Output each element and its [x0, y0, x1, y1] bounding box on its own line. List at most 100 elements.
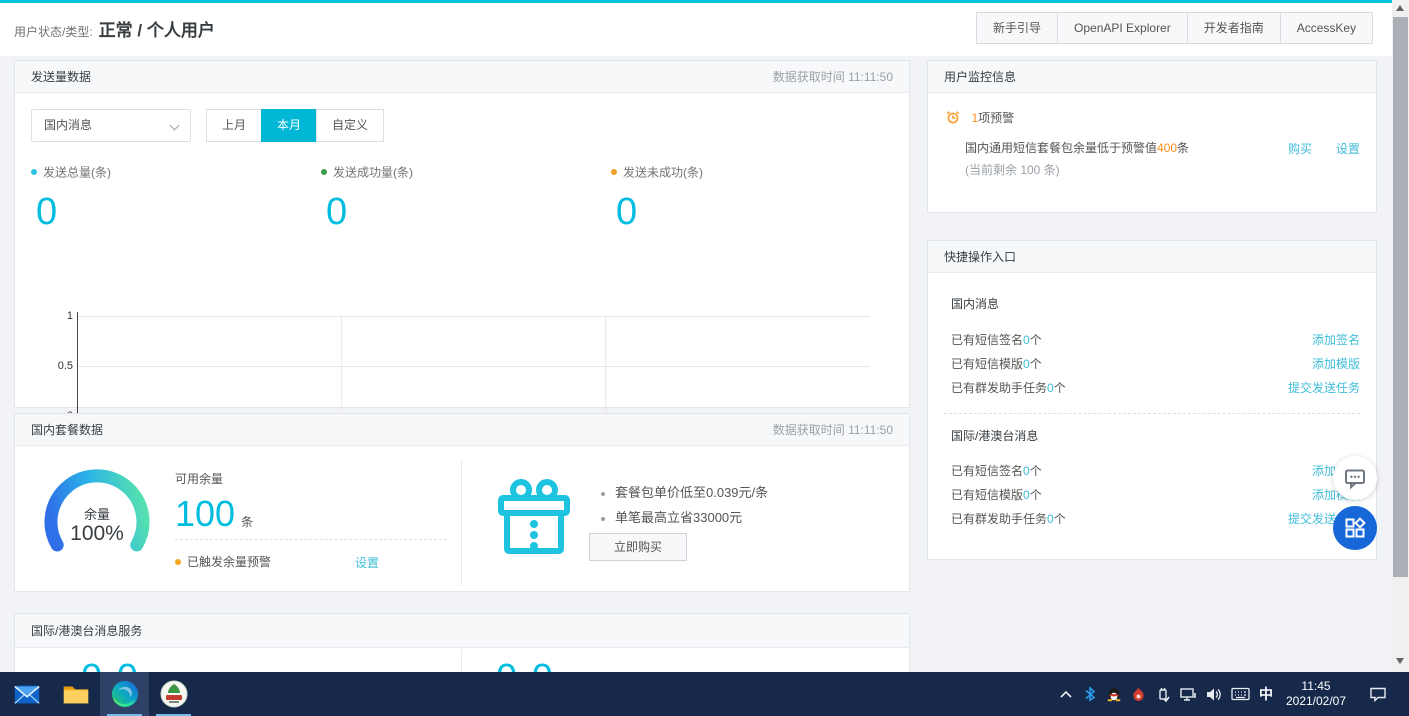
promo-bullet-2: 单笔最高立省33000元 [601, 507, 742, 526]
green-dot-icon [321, 169, 327, 175]
domestic-package-panel-header: 国内套餐数据 数据获取时间 11:11:50 [15, 414, 909, 446]
feedback-chat-fab[interactable] [1333, 456, 1377, 500]
tray-qq-button[interactable] [1103, 672, 1125, 716]
alert-remaining: (当前剩余 100 条) [965, 161, 1060, 178]
quick-row: 已有短信模版0个 添加模版 [951, 486, 1360, 503]
stat-failed-value: 0 [616, 193, 703, 231]
row-text: 已有群发助手任务0个 [951, 379, 1066, 396]
qq-penguin-icon [1106, 686, 1122, 702]
balance-warning-text: 已触发余量预警 [187, 555, 271, 569]
panel-title: 国内套餐数据 [31, 421, 103, 438]
tray-bluetooth-button[interactable] [1079, 672, 1101, 716]
windows-taskbar: 中 11:45 2021/02/07 [0, 672, 1409, 716]
bullet-dot-icon [601, 517, 605, 521]
tab-this-month[interactable]: 本月 [261, 109, 317, 142]
buy-now-button[interactable]: 立即购买 [589, 533, 687, 561]
row-text: 已有短信签名0个 [951, 331, 1042, 348]
panel-title: 发送量数据 [31, 68, 91, 85]
row-text: 已有短信模版0个 [951, 355, 1042, 372]
add-template-link[interactable]: 添加模版 [1312, 355, 1360, 372]
ime-indicator: 中 [1259, 684, 1273, 704]
usb-device-icon [1155, 686, 1171, 703]
y-tick-05: 0.5 [33, 360, 73, 372]
scrollbar-thumb[interactable] [1393, 17, 1408, 577]
scroll-down-arrow-icon[interactable] [1396, 658, 1404, 664]
row-text: 已有群发助手任务0个 [951, 510, 1066, 527]
scroll-up-arrow-icon[interactable] [1396, 5, 1404, 11]
action-center-button[interactable] [1362, 672, 1394, 716]
chevron-up-icon [1060, 690, 1072, 698]
vertical-divider [461, 461, 462, 586]
tray-usb-button[interactable] [1151, 672, 1175, 716]
openapi-explorer-button[interactable]: OpenAPI Explorer [1057, 12, 1188, 44]
clock-time: 11:45 [1278, 679, 1354, 694]
stat-failed: 发送未成功(条) 0 [611, 163, 703, 231]
panel-title: 国际/港澳台消息服务 [31, 622, 142, 639]
message-type-select-value: 国内消息 [44, 118, 92, 132]
user-status-value: 正常 / 个人用户 [99, 21, 215, 40]
international-panel-header: 国际/港澳台消息服务 [15, 614, 909, 648]
available-balance-value: 100 [175, 493, 235, 534]
submit-send-task-link[interactable]: 提交发送任务 [1288, 379, 1360, 396]
promo-bullet-2-text: 单笔最高立省33000元 [615, 510, 742, 525]
tab-custom[interactable]: 自定义 [316, 109, 384, 142]
taskbar-mail-button[interactable] [2, 672, 51, 716]
taskbar-clock[interactable]: 11:45 2021/02/07 [1278, 679, 1354, 709]
desktop: 用户状态/类型: 正常 / 个人用户 新手引导OpenAPI Explorer开发… [0, 0, 1409, 716]
quick-actions-panel: 快捷操作入口 国内消息 已有短信签名0个 添加签名 已有短信模版0个 添加模版 … [927, 240, 1377, 560]
data-fetch-time: 数据获取时间 11:11:50 [773, 68, 893, 85]
apps-grid-icon [1344, 517, 1366, 539]
mini-apps-fab[interactable] [1333, 506, 1377, 550]
send-volume-chart: 1 0.5 0 2021-02-01 2021-02-03 2021-02-05… [77, 316, 870, 416]
taskbar-app-button[interactable] [149, 672, 198, 716]
chat-bubble-icon [1343, 466, 1367, 490]
tray-touch-keyboard-button[interactable] [1227, 672, 1253, 716]
page-scrollbar[interactable] [1392, 0, 1409, 672]
stat-success-label: 发送成功量(条) [333, 165, 413, 179]
speaker-icon [1205, 687, 1222, 702]
user-monitor-panel: 用户监控信息 1项预警 国内通用短信套餐包余量低于预警值400条 (当前剩余 1… [927, 60, 1377, 213]
action-center-icon [1369, 686, 1387, 702]
topbar-button-group: 新手引导OpenAPI Explorer开发者指南AccessKey [977, 12, 1373, 44]
alert-message-unit: 条 [1177, 141, 1189, 155]
message-type-select[interactable]: 国内消息 [31, 109, 191, 142]
user-monitor-panel-header: 用户监控信息 [928, 61, 1376, 93]
orange-dot-icon [175, 559, 181, 565]
alert-settings-link[interactable]: 设置 [1336, 140, 1360, 157]
tray-ime-button[interactable]: 中 [1254, 672, 1278, 716]
clock-date: 2021/02/07 [1278, 694, 1354, 709]
chart-canvas [77, 316, 870, 418]
beginner-guide-button[interactable]: 新手引导 [976, 12, 1058, 44]
stat-success-value: 0 [326, 193, 413, 231]
cyan-dot-icon [31, 169, 37, 175]
quick-row: 已有短信签名0个 添加签名 [951, 462, 1360, 479]
tray-show-hidden-button[interactable] [1055, 672, 1077, 716]
tray-volume-button[interactable] [1201, 672, 1225, 716]
accesskey-button[interactable]: AccessKey [1280, 12, 1373, 44]
stat-total: 发送总量(条) 0 [31, 163, 111, 231]
tray-network-button[interactable] [1176, 672, 1200, 716]
alert-summary: 1项预警 [945, 109, 1014, 127]
promo-bullet-1-text: 套餐包单价低至0.039元/条 [615, 485, 768, 500]
stat-total-label: 发送总量(条) [43, 165, 111, 179]
add-signature-link[interactable]: 添加签名 [1312, 331, 1360, 348]
tab-last-month[interactable]: 上月 [206, 109, 262, 142]
taskbar-explorer-button[interactable] [51, 672, 100, 716]
stat-total-value: 0 [36, 193, 111, 231]
alert-threshold-value: 400 [1157, 141, 1177, 155]
data-fetch-time: 数据获取时间 11:11:50 [773, 421, 893, 438]
chart-horizontal-gridlines [77, 317, 870, 367]
user-status-label: 用户状态/类型: [14, 25, 93, 39]
panel-title: 用户监控信息 [944, 68, 1016, 85]
developer-guide-button[interactable]: 开发者指南 [1187, 12, 1281, 44]
warning-settings-link[interactable]: 设置 [355, 554, 379, 571]
network-icon [1180, 687, 1197, 702]
section-heading-domestic: 国内消息 [951, 295, 999, 312]
alert-buy-link[interactable]: 购买 [1288, 140, 1312, 157]
alert-count-suffix: 项预警 [978, 111, 1014, 125]
quick-row: 已有短信模版0个 添加模版 [951, 355, 1360, 372]
quick-row: 已有群发助手任务0个 提交发送任务 [951, 510, 1360, 527]
tray-app-red-button[interactable] [1127, 672, 1149, 716]
alert-message: 国内通用短信套餐包余量低于预警值400条 [965, 139, 1245, 156]
taskbar-edge-button[interactable] [100, 672, 149, 716]
